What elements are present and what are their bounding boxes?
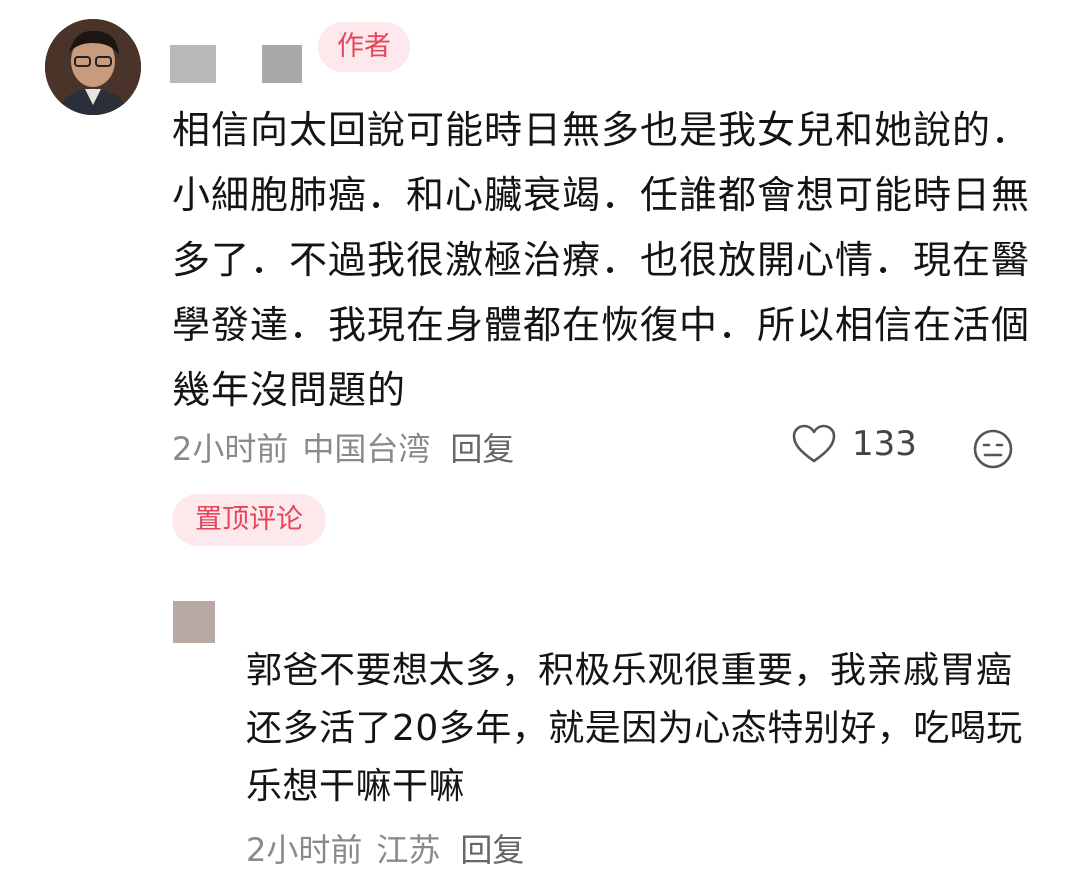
emoji-icon <box>973 429 1013 469</box>
comment-time: 2小时前 <box>172 430 289 468</box>
comment-location: 中国台湾 <box>302 430 431 468</box>
reply-button[interactable]: 回复 <box>450 430 514 468</box>
username-redacted <box>170 45 216 83</box>
heart-icon <box>792 424 836 463</box>
like-count: 133 <box>852 424 917 464</box>
emoji-react-button[interactable] <box>972 428 1014 474</box>
author-tag: 作者 <box>318 22 410 72</box>
reply-time: 2小时前 <box>246 831 363 869</box>
reply-meta: 2小时前 江苏 回复 <box>246 825 538 871</box>
reply-location: 江苏 <box>376 831 441 869</box>
reply-button[interactable]: 回复 <box>460 831 524 869</box>
comment-text: 相信向太回說可能時日無多也是我女兒和她說的．小細胞肺癌．和心臟衰竭．任誰都會想可… <box>172 108 1031 412</box>
avatar-image <box>45 19 141 115</box>
username-redacted <box>262 45 302 83</box>
reply-text: 郭爸不要想太多，积极乐观很重要，我亲戚胃癌还多活了20多年，就是因为心态特别好，… <box>246 650 1023 807</box>
reply-avatar-redacted <box>173 601 215 643</box>
like-button[interactable]: 133 <box>792 424 917 464</box>
pinned-comment-tag: 置顶评论 <box>172 494 326 546</box>
comment-meta: 2小时前 中国台湾 回复 <box>172 424 528 470</box>
avatar[interactable] <box>45 19 141 115</box>
